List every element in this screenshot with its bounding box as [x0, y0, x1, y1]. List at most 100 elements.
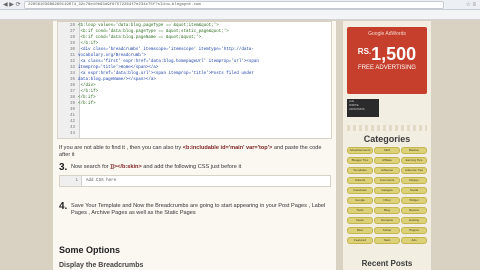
category-tag[interactable]: Blog [374, 207, 400, 214]
category-tag[interactable]: Earning Tips [401, 157, 427, 164]
step-text: and add the following CSS just before it [141, 164, 242, 170]
code-text: <b:loop values='data:blog.pageType == &q… [78, 24, 219, 28]
step-text: Now search for [71, 164, 111, 170]
code-text: <b:if cond='data:blog.pageType == &quot;… [78, 30, 229, 34]
bookmark-star-icon[interactable]: ☆ ≡ [450, 1, 476, 9]
browser-address-bar: ◀ ▶ ⟳ 22956103686260119074_32c78e10b93d9… [0, 0, 480, 10]
bookmark-item[interactable]: Blogger for all [18, 17, 54, 20]
post-content: 26 <b:loop values='data:blog.pageType == … [53, 21, 336, 270]
code-text: </b:if> [78, 102, 96, 106]
category-tag[interactable]: Blogger Tips [347, 157, 373, 164]
section-heading: Some Options [59, 245, 121, 255]
code-text: </b:if> [78, 42, 99, 46]
category-tag[interactable]: Templates [347, 167, 373, 174]
category-tag[interactable]: Other [374, 197, 400, 204]
bookmark-item[interactable]: Bank [354, 17, 374, 20]
code-text: data:blog.pageName/></span></a> [78, 78, 156, 82]
bookmark-item[interactable]: Youtube | 10 best ti [416, 17, 462, 19]
adwords-banner[interactable]: Google AdWords RS.1,500 FREE ADVERTISING [347, 27, 427, 94]
category-tag[interactable]: Design [401, 177, 427, 184]
step-number-3: 3. [59, 162, 68, 173]
code-text: <a class='first' expr:href='data:blog.ho… [78, 60, 259, 64]
ad-price-prefix: RS. [357, 47, 372, 56]
ad-foot-line: ADWORDS [349, 107, 365, 111]
bookmark-label: Gtk [8, 19, 15, 20]
code-highlight: <b:includable id='main' var='top'> [182, 145, 273, 151]
bookmark-label: SpeakEx [161, 19, 178, 20]
category-tag[interactable]: Review [401, 207, 427, 214]
bookmark-label: ReSage [309, 19, 324, 20]
bookmark-item[interactable]: 5 Ts [95, 17, 113, 20]
categories-title: Categories [363, 134, 411, 144]
bookmark-item[interactable]: Sai Bab [254, 17, 279, 20]
category-tag[interactable]: Comments [374, 177, 400, 184]
bookmark-label: save note button [382, 19, 413, 20]
bookmark-item[interactable]: Gtk [0, 17, 17, 20]
bookmark-label: Spiritual Books [122, 19, 150, 20]
code-block: 26 <b:loop values='data:blog.pageType == … [57, 21, 332, 139]
category-tag[interactable]: Misc [347, 227, 373, 234]
bookmark-label: Lib [62, 19, 68, 20]
bookmark-label: Sri Guru Gita [227, 19, 251, 20]
bookmark-label: Sai Bab [262, 19, 277, 20]
browser-nav-buttons[interactable]: ◀ ▶ ⟳ [3, 1, 21, 9]
css-code-text: Add CSS here [86, 179, 117, 183]
category-tag[interactable]: AdSense [374, 167, 400, 174]
category-tag[interactable]: Widget [401, 197, 427, 204]
bookmark-item[interactable]: Sedata [71, 17, 94, 20]
category-tag[interactable]: Stats [374, 237, 400, 244]
category-tag[interactable]: SEO [374, 147, 400, 154]
code-text: </b:if> [78, 96, 96, 100]
category-tag[interactable]: Domains [374, 217, 400, 224]
bookmark-label: Positive Quote [189, 19, 216, 20]
bookmark-item[interactable]: ReSage [301, 17, 326, 20]
category-tag[interactable]: Affiliate [374, 157, 400, 164]
page-body: 26 <b:loop values='data:blog.pageType == … [0, 21, 480, 270]
bookmark-item[interactable]: Positive Quote [181, 17, 218, 20]
bookmark-item[interactable]: Sri Guru Gita [219, 17, 253, 20]
category-tag[interactable]: Plugins [401, 227, 427, 234]
bookmark-item[interactable]: Scoop.it [328, 17, 353, 20]
code-text: <a expr:href='data:blog.url'><span itemp… [78, 72, 254, 76]
line-number: 44 [69, 132, 75, 136]
sidebar: Google AdWords RS.1,500 FREE ADVERTISING… [343, 21, 431, 270]
category-tag[interactable]: Google [347, 197, 373, 204]
category-tag[interactable]: Featured [347, 237, 373, 244]
bookmark-item[interactable]: SpeakEx [153, 17, 180, 20]
bookmark-item[interactable]: Lib [54, 17, 70, 20]
category-tag[interactable]: Adverts [347, 177, 373, 184]
line-number: 1 [60, 176, 82, 186]
bookmark-label: Scoop.it [336, 19, 351, 20]
bookmark-item[interactable]: Spiritual Books [114, 17, 152, 20]
code-text: <b:if cond='data:blog.pageName == &quot;… [78, 36, 202, 40]
category-tag-cloud: Advertisements SEO Backup Blogger Tips Affil… [347, 147, 427, 259]
code-text: itemprop='title'>Home</span></a> [78, 66, 159, 70]
paragraph-text: If you are not able to find it , then yo… [59, 145, 183, 151]
category-tag[interactable]: Social [401, 187, 427, 194]
bookmark-label: Bank [362, 19, 372, 20]
category-tag[interactable]: Hosting [401, 217, 427, 224]
ad-price-value: 1,500 [371, 44, 417, 64]
code-text: vocabulary.org/Breadcrumb'> [78, 54, 146, 58]
category-tag[interactable]: News [347, 217, 373, 224]
category-tag[interactable]: Backup [401, 147, 427, 154]
paragraph-alt-search: If you are not able to find it , then yo… [59, 145, 329, 159]
bookmark-label: 5 Ts [103, 19, 111, 20]
bookmark-label: Blogger for all [26, 19, 52, 20]
category-tag[interactable]: Gadgets [374, 187, 400, 194]
bookmark-item[interactable]: Pro B [280, 17, 300, 20]
category-tag[interactable]: Facebook [347, 187, 373, 194]
bookmark-label: Sedata [79, 19, 92, 20]
bookmark-item[interactable]: save note button [374, 17, 415, 20]
category-tag[interactable]: Tools [347, 207, 373, 214]
bookmarks-bar: Gtk Blogger for all Lib Sedata 5 Ts Spiritual… [0, 10, 480, 20]
url-input[interactable]: 22956103686260119074_32c78e10b93d9f67572… [24, 1, 444, 9]
code-line: 44 [58, 131, 331, 137]
ad-footer-badge[interactable]: Ads WRITE ADWORDS [347, 99, 379, 117]
category-tag[interactable]: Adsense Tips [401, 167, 427, 174]
category-tag[interactable]: Twitter [374, 227, 400, 234]
code-text: <div class='breadcrumbs' itemscope='item… [78, 48, 254, 52]
category-tag[interactable]: Advertisements [347, 147, 373, 154]
category-tag[interactable]: Ads [401, 237, 427, 244]
bookmark-label: Pro B [288, 19, 298, 20]
